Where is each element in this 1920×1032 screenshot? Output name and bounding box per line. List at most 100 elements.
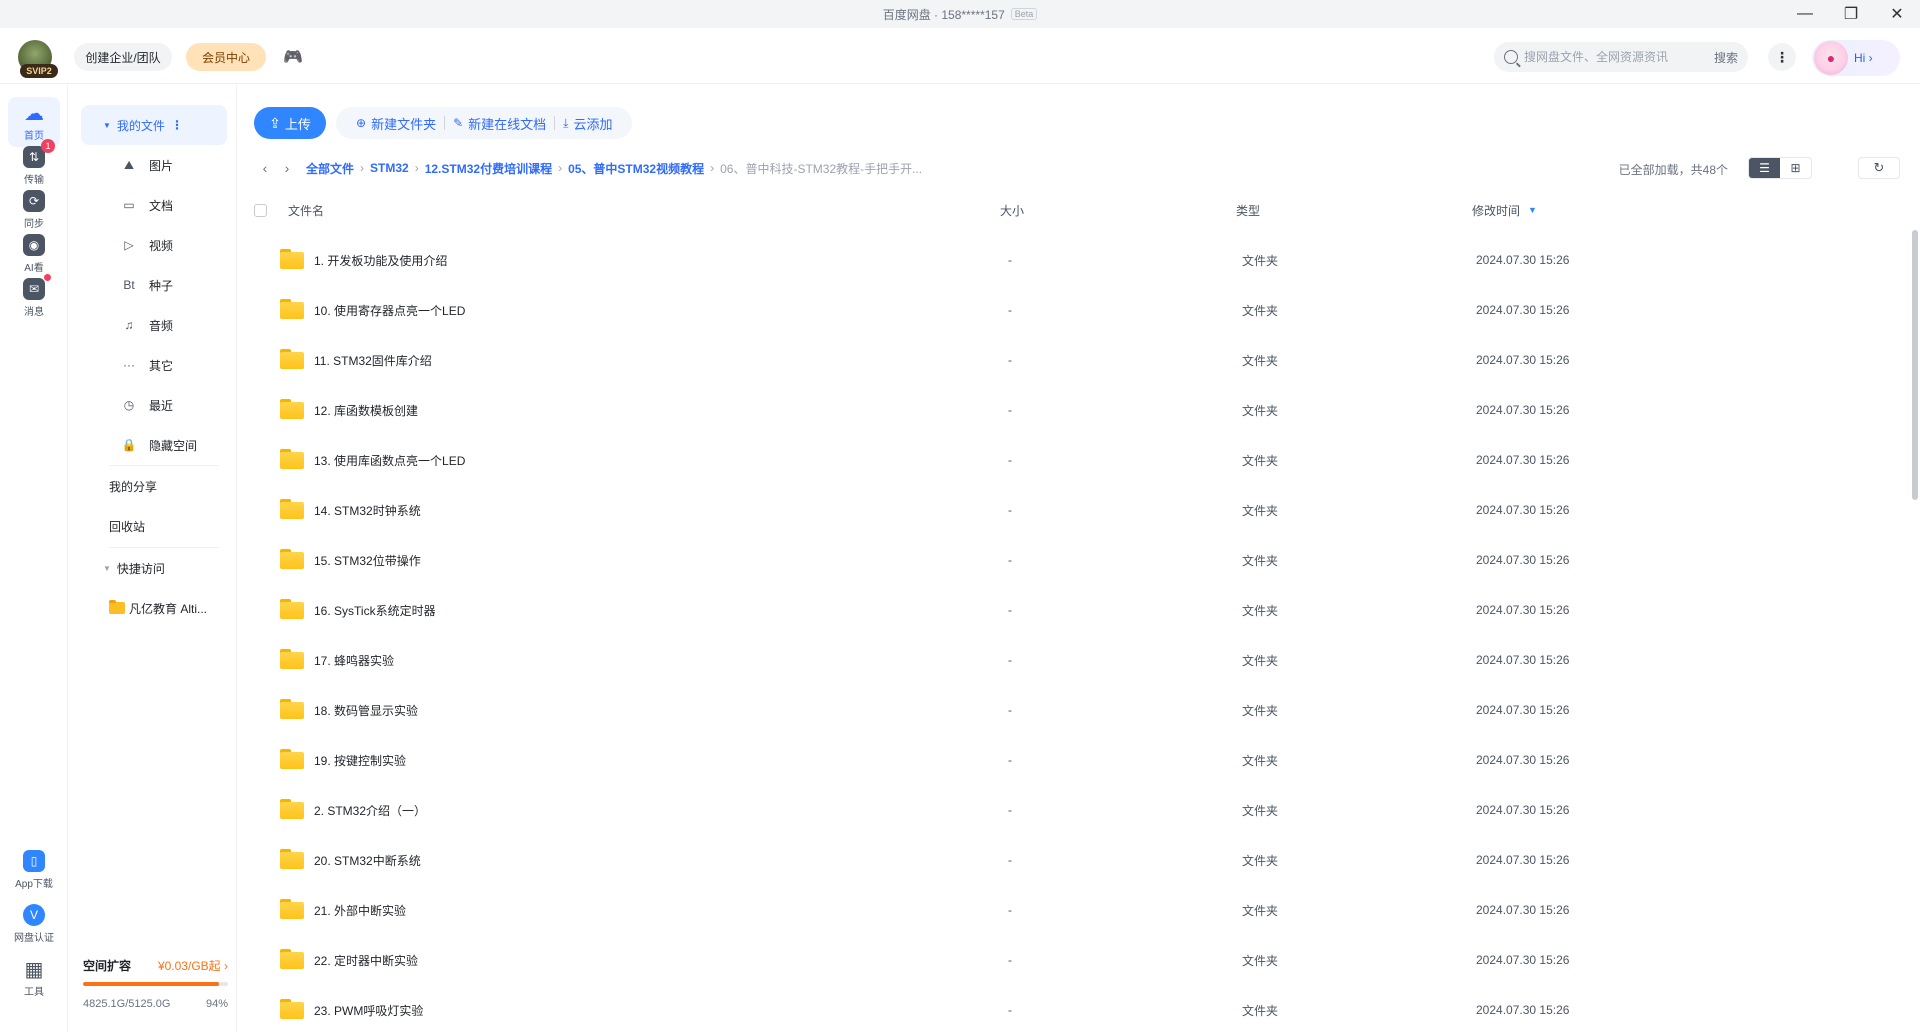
column-modified[interactable]: 修改时间 ▼	[1472, 202, 1537, 219]
forward-arrow-icon[interactable]: ›	[276, 160, 298, 176]
folder-icon	[280, 999, 304, 1019]
game-icon[interactable]: 🎮	[282, 46, 304, 68]
new-folder-button[interactable]: ⊕ 新建文件夹	[348, 114, 444, 133]
scrollbar[interactable]	[1912, 230, 1920, 500]
table-row[interactable]: 16. SysTick系统定时器 - 文件夹 2024.07.30 15:26	[254, 585, 1884, 635]
table-row[interactable]: 10. 使用寄存器点亮一个LED - 文件夹 2024.07.30 15:26	[254, 285, 1884, 335]
file-modified: 2024.07.30 15:26	[1476, 453, 1570, 467]
file-type: 文件夹	[1242, 703, 1279, 718]
table-row[interactable]: 19. 按键控制实验 - 文件夹 2024.07.30 15:26	[254, 735, 1884, 785]
nav-item-my-share[interactable]: 我的分享	[81, 469, 227, 503]
nav-item-label: 其它	[149, 358, 174, 373]
file-modified: 2024.07.30 15:26	[1476, 1003, 1570, 1017]
close-button[interactable]: ✕	[1874, 0, 1920, 28]
create-team-button[interactable]: 创建企业/团队	[74, 43, 172, 71]
user-profile-button[interactable]: ● Hi ›	[1812, 40, 1900, 76]
table-row[interactable]: 13. 使用库函数点亮一个LED - 文件夹 2024.07.30 15:26	[254, 435, 1884, 485]
file-name[interactable]: 20. STM32中断系统	[314, 852, 421, 869]
breadcrumb-separator: ›	[710, 161, 715, 175]
file-name[interactable]: 1. 开发板功能及使用介绍	[314, 252, 447, 269]
breadcrumb-item[interactable]: STM32	[370, 161, 409, 175]
search-input[interactable]	[1524, 50, 1708, 64]
storage-progress-bar	[83, 982, 228, 986]
refresh-icon[interactable]: ↻	[1858, 157, 1900, 179]
rail-item-sync[interactable]: ⟳ 同步	[8, 185, 60, 235]
nav-item-hidden-space[interactable]: 🔒 隐藏空间	[81, 428, 227, 462]
file-type: 文件夹	[1242, 753, 1279, 768]
table-row[interactable]: 12. 库函数模板创建 - 文件夹 2024.07.30 15:26	[254, 385, 1884, 435]
table-row[interactable]: 18. 数码管显示实验 - 文件夹 2024.07.30 15:26	[254, 685, 1884, 735]
file-name[interactable]: 11. STM32固件库介绍	[314, 352, 432, 369]
file-size: -	[1008, 953, 1012, 967]
breadcrumb: ‹ › 全部文件 › STM32 › 12.STM32付费培训课程 › 05、普…	[254, 158, 922, 178]
rail-item-message[interactable]: ✉ 消息	[8, 273, 60, 323]
app-header: SVIP2 创建企业/团队 会员中心 🎮 搜索 ⋮ ● Hi ›	[0, 28, 1920, 84]
file-modified: 2024.07.30 15:26	[1476, 653, 1570, 667]
new-online-doc-button[interactable]: ✎ 新建在线文档	[445, 114, 554, 133]
table-row[interactable]: 15. STM32位带操作 - 文件夹 2024.07.30 15:26	[254, 535, 1884, 585]
rail-item-tools[interactable]: ▦ 工具	[8, 953, 60, 1003]
nav-item-images[interactable]: ⛰ 图片	[81, 148, 227, 182]
file-name[interactable]: 16. SysTick系统定时器	[314, 602, 436, 619]
nav-item-recycle-bin[interactable]: 回收站	[81, 509, 227, 543]
file-name[interactable]: 15. STM32位带操作	[314, 552, 421, 569]
rail-item-transfer[interactable]: ⇅ 1 传输	[8, 139, 60, 191]
file-name[interactable]: 19. 按键控制实验	[314, 752, 406, 769]
search-button[interactable]: 搜索	[1714, 49, 1738, 66]
quick-access-item[interactable]: 凡亿教育 Alti...	[81, 591, 227, 625]
file-name[interactable]: 14. STM32时钟系统	[314, 502, 421, 519]
column-type[interactable]: 类型	[1236, 202, 1260, 219]
file-name[interactable]: 13. 使用库函数点亮一个LED	[314, 452, 465, 469]
table-row[interactable]: 23. PWM呼吸灯实验 - 文件夹 2024.07.30 15:26	[254, 985, 1884, 1032]
column-name[interactable]: 文件名	[288, 202, 324, 219]
table-row[interactable]: 1. 开发板功能及使用介绍 - 文件夹 2024.07.30 15:26	[254, 235, 1884, 285]
scrollbar-thumb[interactable]	[1912, 230, 1918, 500]
unread-dot	[44, 274, 51, 281]
table-row[interactable]: 14. STM32时钟系统 - 文件夹 2024.07.30 15:26	[254, 485, 1884, 535]
breadcrumb-item[interactable]: 全部文件	[306, 160, 354, 177]
file-name[interactable]: 10. 使用寄存器点亮一个LED	[314, 302, 465, 319]
rail-item-app-download[interactable]: ▯ App下载	[8, 845, 60, 895]
nav-item-other[interactable]: ··· 其它	[81, 348, 227, 382]
nav-item-documents[interactable]: ▭ 文档	[81, 188, 227, 222]
file-type: 文件夹	[1242, 503, 1279, 518]
file-name[interactable]: 22. 定时器中断实验	[314, 952, 418, 969]
nav-item-torrents[interactable]: Bt 种子	[81, 268, 227, 302]
file-name[interactable]: 17. 蜂鸣器实验	[314, 652, 394, 669]
table-row[interactable]: 11. STM32固件库介绍 - 文件夹 2024.07.30 15:26	[254, 335, 1884, 385]
file-name[interactable]: 2. STM32介绍（一）	[314, 802, 426, 819]
file-name[interactable]: 12. 库函数模板创建	[314, 402, 418, 419]
column-size[interactable]: 大小	[1000, 202, 1024, 219]
grid-view-icon[interactable]: ⊞	[1780, 158, 1811, 178]
table-row[interactable]: 20. STM32中断系统 - 文件夹 2024.07.30 15:26	[254, 835, 1884, 885]
table-row[interactable]: 21. 外部中断实验 - 文件夹 2024.07.30 15:26	[254, 885, 1884, 935]
rail-item-ai[interactable]: ◉ AI看	[8, 229, 60, 279]
breadcrumb-item[interactable]: 12.STM32付费培训课程	[425, 160, 552, 177]
kebab-icon[interactable]: ⋮	[171, 118, 183, 132]
select-all-checkbox[interactable]	[254, 203, 267, 217]
more-menu-button[interactable]: ⋮	[1768, 43, 1796, 71]
nav-item-recent[interactable]: ◷ 最近	[81, 388, 227, 422]
back-arrow-icon[interactable]: ‹	[254, 160, 276, 176]
nav-item-videos[interactable]: ▷ 视频	[81, 228, 227, 262]
nav-quick-access[interactable]: ▼ 快捷访问	[81, 551, 227, 585]
nav-item-audio[interactable]: ♫ 音频	[81, 308, 227, 342]
rail-item-verify[interactable]: V 网盘认证	[8, 899, 60, 949]
folder-icon	[280, 799, 304, 819]
upload-button[interactable]: ⇪ 上传	[254, 107, 326, 139]
vip-center-button[interactable]: 会员中心	[186, 43, 266, 71]
storage-upgrade-link[interactable]: ¥0.03/GB起 ›	[158, 957, 228, 974]
list-view-icon[interactable]: ☰	[1749, 158, 1780, 178]
file-name[interactable]: 23. PWM呼吸灯实验	[314, 1002, 423, 1019]
table-row[interactable]: 17. 蜂鸣器实验 - 文件夹 2024.07.30 15:26	[254, 635, 1884, 685]
cloud-add-button[interactable]: ⤓ 云添加	[555, 114, 620, 133]
file-name[interactable]: 18. 数码管显示实验	[314, 702, 418, 719]
table-row[interactable]: 2. STM32介绍（一） - 文件夹 2024.07.30 15:26	[254, 785, 1884, 835]
svip-avatar[interactable]: SVIP2	[18, 40, 60, 78]
restore-button[interactable]: ❐	[1828, 0, 1874, 28]
minimize-button[interactable]: —	[1782, 0, 1828, 28]
breadcrumb-item[interactable]: 05、普中STM32视频教程	[568, 160, 704, 177]
nav-my-files[interactable]: ▼ 我的文件 ⋮	[81, 105, 227, 145]
file-name[interactable]: 21. 外部中断实验	[314, 902, 406, 919]
table-row[interactable]: 22. 定时器中断实验 - 文件夹 2024.07.30 15:26	[254, 935, 1884, 985]
